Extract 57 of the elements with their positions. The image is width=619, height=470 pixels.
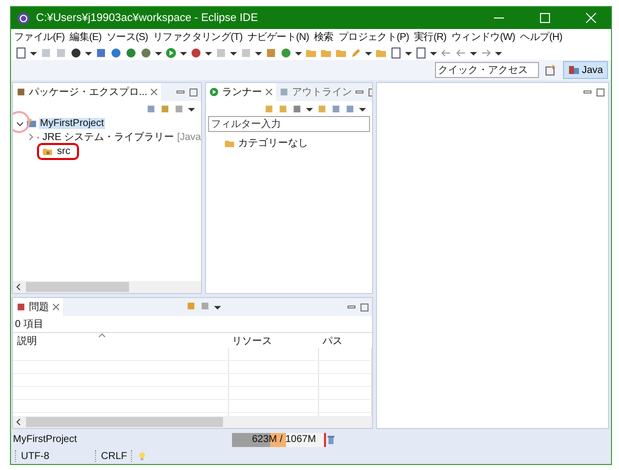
menu-item[interactable]: ファイル(F)	[14, 30, 65, 44]
project-icon	[26, 118, 37, 128]
column-header[interactable]: 説明	[13, 332, 228, 348]
quick-access-field[interactable]: クイック・アクセス	[434, 62, 539, 78]
maximize-icon[interactable]	[189, 88, 198, 96]
menu-item[interactable]: 検索	[314, 30, 334, 44]
run-icon[interactable]	[209, 87, 219, 97]
view-tab[interactable]: ランナー	[206, 83, 276, 101]
perspective-button[interactable]: Java	[562, 61, 608, 79]
menu-item[interactable]: リファクタリング(T)	[153, 30, 243, 44]
eclipse-logo-icon	[17, 12, 30, 24]
column-header[interactable]: リソース	[228, 332, 319, 348]
document-icon[interactable]	[390, 46, 402, 58]
view-tab[interactable]: アウトライン	[276, 83, 355, 101]
tree-item-label[interactable]: src	[56, 146, 72, 156]
sort-caret-icon[interactable]	[98, 333, 106, 338]
menu-item[interactable]: ウィンドウ(W)	[451, 30, 516, 44]
view-tab[interactable]: パッケージ・エクスプロ...	[13, 83, 162, 101]
menu-item[interactable]: ソース(S)	[106, 30, 148, 44]
filter-field[interactable]: フィルター入力	[208, 116, 370, 132]
chevron-left-icon[interactable]	[15, 283, 23, 291]
close-icon[interactable]	[265, 88, 273, 96]
category-item[interactable]: カテゴリーなし	[237, 136, 309, 150]
document-icon[interactable]	[415, 46, 427, 58]
minimize-icon[interactable]	[583, 88, 592, 96]
tree-item-label[interactable]: JRE システム・ライブラリー	[41, 130, 176, 144]
chevron-left-icon[interactable]	[15, 418, 23, 426]
tree-item-label[interactable]: MyFirstProject	[39, 118, 105, 128]
minimize-icon[interactable]	[347, 302, 356, 312]
menu-item[interactable]: ヘルプ(H)	[520, 30, 562, 44]
horizontal-scrollbar[interactable]	[13, 281, 201, 293]
close-icon[interactable]	[52, 303, 60, 311]
view-tab[interactable]: 問題	[13, 298, 63, 316]
column-header[interactable]: パス	[318, 332, 372, 348]
minimize-icon[interactable]	[176, 88, 185, 96]
status-selection: MyFirstProject	[13, 434, 77, 445]
maximize-icon[interactable]	[596, 88, 605, 96]
trash-icon[interactable]	[326, 434, 336, 446]
encoding-label: UTF-8	[21, 450, 50, 462]
window-title: C:¥Users¥j19903ac¥workspace - Eclipse IDE	[36, 12, 259, 24]
menu-item[interactable]: 実行(R)	[414, 30, 446, 44]
minimize-icon[interactable]	[355, 88, 364, 96]
chevron-right-icon[interactable]	[27, 133, 35, 141]
horizontal-scrollbar[interactable]	[13, 416, 372, 428]
menu-item[interactable]: ナビゲート(N)	[248, 30, 309, 44]
line-delimiter-label: CRLF	[101, 450, 128, 462]
open-perspective-icon[interactable]	[544, 64, 557, 76]
item-count: 0 項目	[14, 318, 44, 332]
chevron-down-icon[interactable]	[16, 120, 24, 128]
tree-item-suffix: [Java	[177, 132, 201, 142]
menu-item[interactable]: 編集(E)	[70, 30, 102, 44]
close-icon[interactable]	[150, 88, 158, 96]
play-icon[interactable]	[165, 46, 177, 58]
java-perspective-icon[interactable]	[568, 64, 580, 76]
maximize-icon[interactable]	[360, 302, 369, 312]
document-icon[interactable]	[15, 46, 27, 58]
menu-item[interactable]: プロジェクト(P)	[338, 30, 410, 44]
